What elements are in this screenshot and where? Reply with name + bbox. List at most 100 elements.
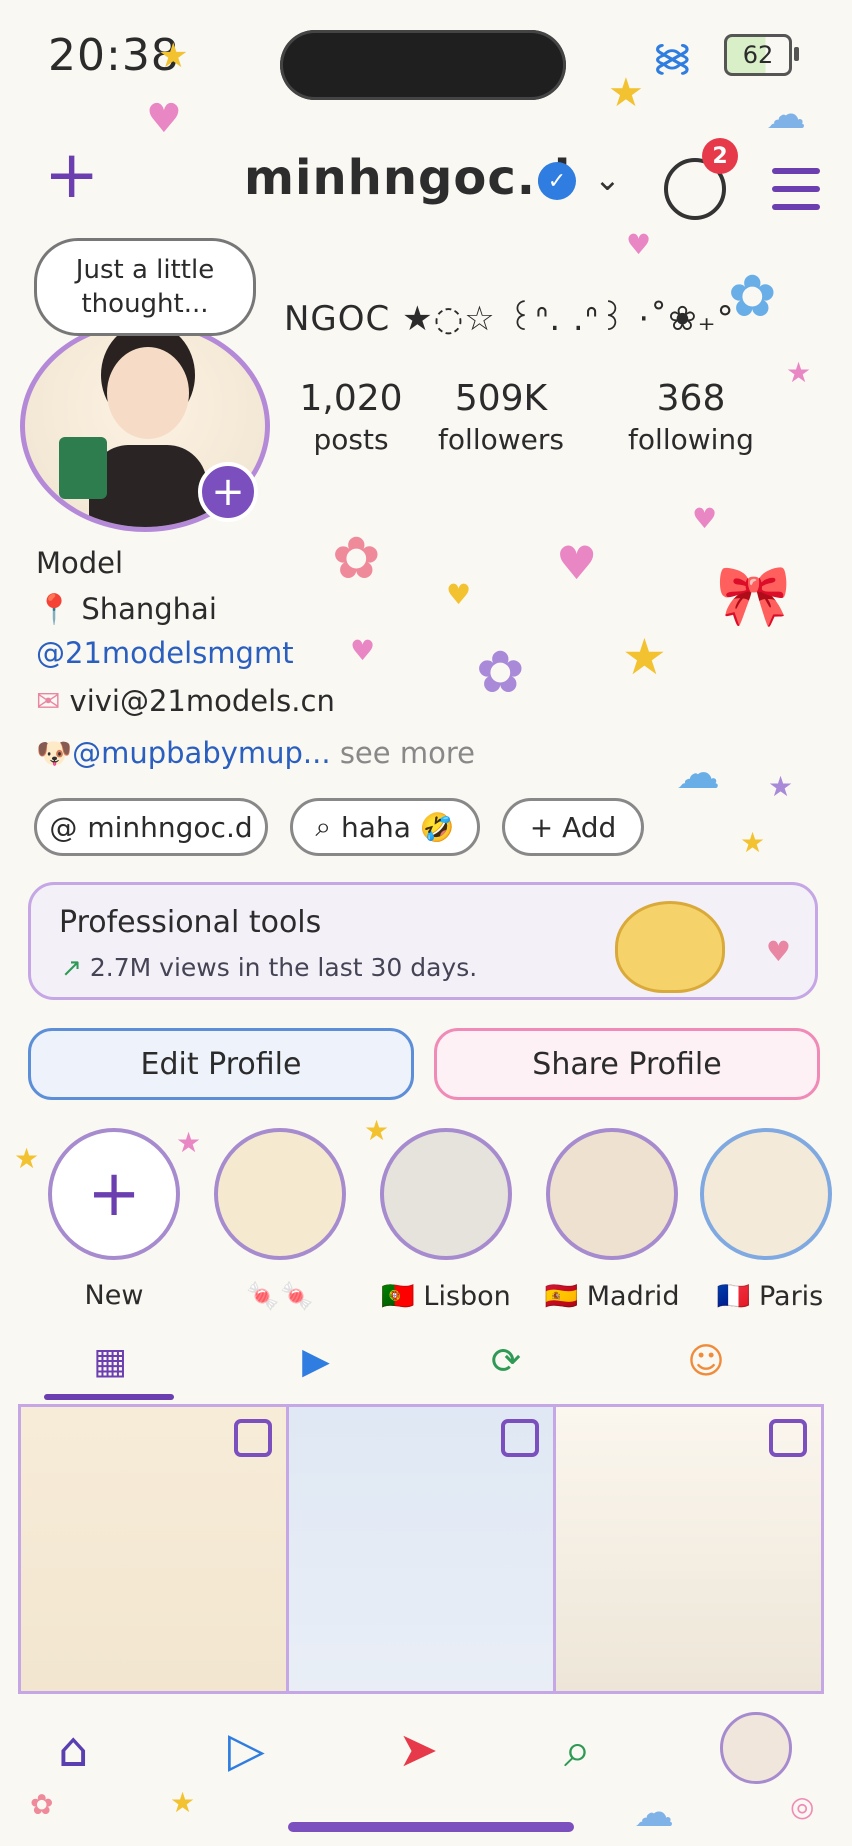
stat-value: 368 bbox=[656, 378, 726, 419]
wifi-icon: ᯼ bbox=[652, 35, 693, 79]
flower-icon: ✿ bbox=[30, 1788, 54, 1821]
verified-badge-icon: ✓ bbox=[538, 162, 576, 200]
heart-icon: ♥ bbox=[146, 96, 182, 142]
star-icon: ★ bbox=[170, 1786, 196, 1819]
heart-icon: ♥ bbox=[765, 935, 791, 968]
active-tab-indicator bbox=[44, 1394, 174, 1400]
stat-value: 1,020 bbox=[299, 378, 403, 419]
share-profile-button[interactable]: Share Profile bbox=[434, 1028, 820, 1100]
highlight-label: 🇵🇹 Lisbon bbox=[381, 1281, 511, 1312]
bow-icon: 🎀 bbox=[716, 561, 791, 631]
notification-badge: 2 bbox=[702, 138, 738, 174]
lollipop-icon: ◎ bbox=[790, 1790, 815, 1823]
stat-label: followers bbox=[438, 423, 564, 456]
bio-mention-link[interactable]: @21modelsmgmt bbox=[36, 636, 294, 670]
cloud-icon: ☁ bbox=[676, 748, 720, 799]
reposts-tab-icon[interactable]: ⟳ bbox=[480, 1336, 532, 1388]
star-icon: ★ bbox=[768, 770, 794, 803]
highlight-label: 🇫🇷 Paris bbox=[716, 1281, 824, 1312]
home-icon[interactable]: ⌂ bbox=[58, 1722, 88, 1778]
bio-extra: 🐶@mupbabymup... see more bbox=[36, 736, 475, 771]
flower-icon: ✿ bbox=[728, 262, 777, 330]
flower-icon: ✿ bbox=[476, 638, 525, 706]
email-text: vivi@21models.cn bbox=[69, 684, 335, 718]
post-thumbnail[interactable] bbox=[21, 1407, 289, 1691]
star-icon: ★ bbox=[740, 826, 766, 859]
highlight-label: 🇪🇸 Madrid bbox=[544, 1281, 680, 1312]
highlight-label: 🍬🍬 bbox=[246, 1281, 314, 1312]
add-pill[interactable]: + Add bbox=[502, 798, 644, 856]
highlight-lisbon[interactable] bbox=[380, 1128, 512, 1260]
note-bubble[interactable]: Just a little thought... bbox=[34, 238, 256, 336]
grid-tab-icon[interactable]: ▦ bbox=[84, 1336, 136, 1388]
bio-category: Model bbox=[36, 546, 124, 580]
following-count[interactable]: 368 following bbox=[624, 378, 758, 456]
tagged-tab-icon[interactable]: ☺ bbox=[680, 1336, 732, 1388]
star-icon: ★ bbox=[364, 1114, 390, 1147]
location-text: Shanghai bbox=[81, 592, 217, 626]
highlight-paris[interactable] bbox=[700, 1128, 832, 1260]
reels-nav-icon[interactable]: ▷ bbox=[228, 1722, 265, 1778]
heart-icon: ♥ bbox=[692, 502, 718, 535]
followers-count[interactable]: 509K followers bbox=[436, 378, 566, 456]
star-icon: ★ bbox=[786, 356, 812, 389]
threads-icon: @ bbox=[49, 810, 78, 844]
star-icon: ★ bbox=[622, 628, 667, 686]
highlight-label: New bbox=[84, 1280, 144, 1311]
edit-profile-button[interactable]: Edit Profile bbox=[28, 1028, 414, 1100]
profile-username[interactable]: minhngoc.d bbox=[244, 150, 571, 206]
tools-subtitle: ↗ 2.7M views in the last 30 days. bbox=[61, 953, 477, 982]
highlight-madrid[interactable] bbox=[546, 1128, 678, 1260]
stat-value: 509K bbox=[454, 378, 548, 419]
post-thumbnail[interactable] bbox=[288, 1407, 557, 1691]
menu-icon[interactable] bbox=[772, 168, 820, 222]
star-icon: ★ bbox=[176, 1126, 202, 1159]
pill-label: minhngoc.d bbox=[87, 810, 253, 844]
bio-location: 📍 Shanghai bbox=[36, 592, 217, 627]
search-icon[interactable]: ⌕ bbox=[564, 1722, 591, 1779]
dog-icon: 🐶 bbox=[36, 736, 73, 770]
send-icon[interactable]: ➤ bbox=[398, 1722, 438, 1778]
display-name: NGOC ★◌☆ ꒰ᐢ. .ᐢ꒱ ·˚❀₊° bbox=[284, 299, 735, 339]
threads-link-pill[interactable]: @ minhngoc.d bbox=[34, 798, 268, 856]
create-post-button[interactable]: + bbox=[44, 142, 99, 208]
pill-label: haha 🤣 bbox=[341, 810, 455, 844]
profile-nav-avatar[interactable] bbox=[720, 1712, 792, 1784]
heart-icon: ♥ bbox=[350, 634, 376, 667]
battery-level: 62 bbox=[742, 41, 774, 69]
search-icon: ⌕ bbox=[315, 810, 332, 843]
heart-icon: ♥ bbox=[626, 228, 652, 261]
carousel-icon bbox=[501, 1419, 540, 1457]
bio-extra-mention[interactable]: @mupbabymup... bbox=[72, 736, 330, 770]
location-pin-icon: 📍 bbox=[36, 592, 73, 626]
bio-email[interactable]: ✉ vivi@21models.cn bbox=[36, 684, 335, 718]
add-story-button[interactable]: + bbox=[198, 462, 258, 522]
battery-indicator: 62 bbox=[724, 34, 799, 76]
stat-label: following bbox=[628, 423, 754, 456]
dynamic-island bbox=[280, 30, 566, 100]
trend-up-icon: ↗ bbox=[61, 953, 82, 982]
star-icon: ★ bbox=[14, 1142, 40, 1175]
professional-tools-card[interactable]: Professional tools ↗ 2.7M views in the l… bbox=[28, 882, 818, 1000]
search-pill[interactable]: ⌕ haha 🤣 bbox=[290, 798, 480, 856]
tools-title: Professional tools bbox=[59, 905, 322, 940]
cat-icon bbox=[615, 901, 725, 993]
heart-icon: ♥ bbox=[446, 578, 472, 611]
highlight-candy[interactable] bbox=[214, 1128, 346, 1260]
plus-icon: + bbox=[87, 1157, 141, 1231]
cloud-icon: ☁ bbox=[766, 92, 806, 138]
post-thumbnail[interactable] bbox=[556, 1407, 822, 1691]
chevron-down-icon[interactable]: ⌄ bbox=[594, 160, 621, 198]
posts-count[interactable]: 1,020 posts bbox=[296, 378, 406, 456]
home-indicator bbox=[288, 1822, 574, 1832]
star-icon: ★ bbox=[158, 36, 189, 76]
cloud-icon: ☁ bbox=[634, 1790, 674, 1836]
tools-subtitle-text: 2.7M views in the last 30 days. bbox=[89, 953, 478, 982]
reels-tab-icon[interactable]: ▶ bbox=[290, 1336, 342, 1388]
heart-icon: ♥ bbox=[556, 536, 598, 590]
star-icon: ★ bbox=[608, 70, 644, 116]
stat-label: posts bbox=[313, 423, 389, 456]
pill-label: + Add bbox=[529, 810, 617, 844]
highlight-new[interactable]: + bbox=[48, 1128, 180, 1260]
see-more-link[interactable]: see more bbox=[340, 736, 475, 770]
